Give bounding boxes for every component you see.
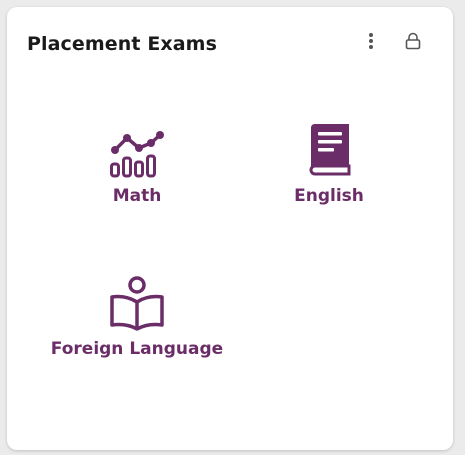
placement-exams-card: Placement Exams Math English Foreign Lan… <box>7 7 453 450</box>
tile-foreign-language[interactable]: Foreign Language <box>37 271 237 359</box>
tile-math[interactable]: Math <box>87 118 187 206</box>
book-icon <box>304 118 354 178</box>
tile-label: Math <box>112 186 162 206</box>
card-actions <box>361 29 423 53</box>
tile-english[interactable]: English <box>279 118 379 206</box>
lock-icon <box>405 32 421 50</box>
card-title: Placement Exams <box>27 33 217 55</box>
more-vertical-icon <box>369 33 373 49</box>
lock-button[interactable] <box>403 29 423 53</box>
tile-label: Foreign Language <box>50 339 224 359</box>
reader-icon <box>108 271 166 331</box>
tile-label: English <box>294 186 364 206</box>
chart-icon <box>109 118 165 178</box>
more-options-button[interactable] <box>361 29 381 53</box>
